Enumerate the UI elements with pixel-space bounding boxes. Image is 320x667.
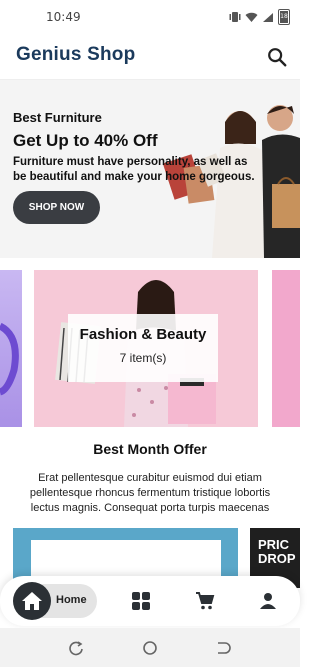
back-icon[interactable] [215, 640, 231, 656]
signal-icon [263, 12, 273, 22]
person-icon[interactable] [258, 591, 278, 611]
vibrate-icon [229, 12, 241, 22]
app-bar: Genius Shop [0, 34, 300, 80]
wifi-icon [245, 12, 258, 22]
hero-banner[interactable]: Best Furniture Get Up to 40% Off Furnitu… [0, 80, 300, 258]
system-navigation-bar [0, 628, 300, 667]
category-card[interactable]: Fashion & Beauty 7 item(s) [34, 270, 258, 427]
category-name: Fashion & Beauty [79, 326, 207, 343]
offer-description: Erat pellentesque curabitur euismod dui … [29, 472, 271, 514]
category-card-next[interactable] [272, 270, 300, 427]
nav-home-label: Home [56, 594, 87, 606]
cart-icon[interactable] [195, 591, 215, 611]
status-time: 10:49 [46, 10, 81, 24]
grid-icon[interactable] [131, 591, 151, 611]
category-carousel[interactable]: Fashion & Beauty 7 item(s) [0, 270, 300, 427]
home-icon [22, 592, 42, 610]
hero-title: Get Up to 40% Off [13, 131, 158, 150]
category-card-previous[interactable] [0, 270, 22, 427]
status-icons: 18 [229, 9, 290, 25]
home-button-icon[interactable] [142, 640, 158, 656]
headphones-image [0, 322, 19, 396]
home-icon-container [13, 582, 51, 620]
search-icon[interactable] [266, 46, 288, 68]
promo-text: PRIC DROP [258, 537, 296, 566]
battery-level: 18 [280, 11, 288, 23]
category-overlay: Fashion & Beauty 7 item(s) [68, 314, 218, 382]
hero-eyebrow: Best Furniture [13, 110, 102, 125]
shop-now-button[interactable]: SHOP NOW [13, 191, 100, 224]
nav-home[interactable]: Home [13, 582, 97, 620]
hero-description: Furniture must have personality, as well… [13, 156, 255, 183]
category-item-count: 7 item(s) [119, 351, 167, 365]
bottom-navigation: Home [0, 576, 300, 626]
status-bar: 10:49 18 [0, 0, 300, 34]
recent-apps-icon[interactable] [68, 640, 84, 656]
app-title: Genius Shop [16, 44, 136, 65]
offer-title: Best Month Offer [93, 441, 207, 457]
battery-icon: 18 [278, 9, 290, 25]
